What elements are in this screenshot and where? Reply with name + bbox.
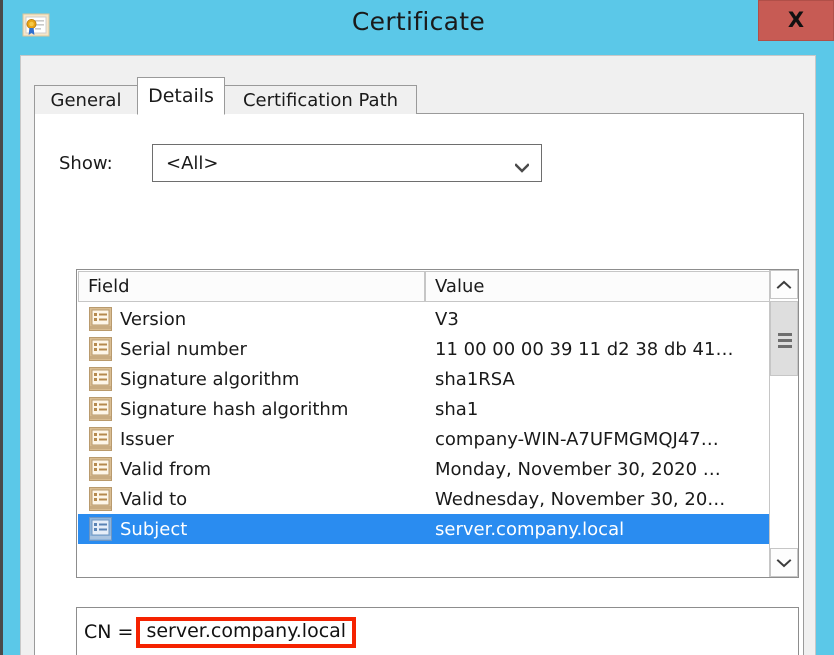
table-row[interactable]: Issuer company-WIN-A7UFMGMQJ47… xyxy=(78,424,769,454)
window-title: Certificate xyxy=(351,7,486,36)
row-field-cell: Signature hash algorithm xyxy=(78,394,425,424)
chevron-down-icon xyxy=(776,558,792,567)
close-icon: X xyxy=(787,8,805,32)
row-value-cell: Monday, November 30, 2020 … xyxy=(435,458,721,480)
screenshot-root: Certificate X General Certification Path… xyxy=(0,0,834,655)
row-field-label: Valid to xyxy=(120,488,188,510)
chevron-down-icon xyxy=(514,158,530,173)
row-field-label: Issuer xyxy=(120,428,174,450)
close-button[interactable]: X xyxy=(758,0,834,41)
tab-general-label: General xyxy=(50,89,122,111)
table-row[interactable]: Signature hash algorithm sha1 xyxy=(78,394,769,424)
chevron-up-icon xyxy=(776,280,792,289)
highlighted-subject-value: server.company.local xyxy=(136,617,357,648)
tab-general[interactable]: General xyxy=(34,85,138,114)
field-detail-textbox[interactable]: CN = server.company.local xyxy=(76,607,799,655)
show-label: Show: xyxy=(59,153,113,174)
field-document-icon xyxy=(89,337,112,361)
detail-line: CN = server.company.local xyxy=(84,617,357,648)
row-field-label: Version xyxy=(120,308,187,330)
row-value-cell: 11 00 00 00 39 11 d2 38 db 41… xyxy=(435,338,734,360)
row-field-label: Signature hash algorithm xyxy=(120,398,349,420)
row-value-cell: server.company.local xyxy=(435,518,625,540)
row-field-cell: Valid to xyxy=(78,484,425,514)
list-rows: Version V3 Serial number 11 00 00 00 39 … xyxy=(78,304,769,577)
row-field-cell: Subject xyxy=(78,514,425,544)
row-field-label: Signature algorithm xyxy=(120,368,300,390)
row-field-label: Serial number xyxy=(120,338,247,360)
show-dropdown[interactable]: <All> xyxy=(152,144,542,182)
field-document-icon xyxy=(89,487,112,511)
show-dropdown-value: <All> xyxy=(166,153,219,174)
scroll-down-button[interactable] xyxy=(770,548,798,577)
list-header: Field Value xyxy=(77,270,798,304)
row-field-label: Subject xyxy=(120,518,188,540)
scrollbar-thumb[interactable] xyxy=(770,301,798,376)
row-field-cell: Serial number xyxy=(78,334,425,364)
row-field-cell: Valid from xyxy=(78,454,425,484)
row-value-cell: V3 xyxy=(435,308,459,330)
field-document-icon xyxy=(89,517,112,541)
field-document-icon xyxy=(89,397,112,421)
field-document-icon xyxy=(89,307,112,331)
dialog-body: General Certification Path Details Show:… xyxy=(20,55,816,655)
row-field-cell: Version xyxy=(78,304,425,334)
row-value-cell: sha1 xyxy=(435,398,479,420)
table-row[interactable]: Serial number 11 00 00 00 39 11 d2 38 db… xyxy=(78,334,769,364)
field-document-icon xyxy=(89,457,112,481)
row-value-cell: sha1RSA xyxy=(435,368,515,390)
tab-certification-path-label: Certification Path xyxy=(242,89,399,111)
certificate-window: Certificate X General Certification Path… xyxy=(0,0,834,655)
title-bar: Certificate X xyxy=(3,0,834,45)
certificate-fields-list[interactable]: Field Value Version V3 Serial number 11 … xyxy=(76,269,799,578)
table-row[interactable]: Valid from Monday, November 30, 2020 … xyxy=(78,454,769,484)
row-field-cell: Issuer xyxy=(78,424,425,454)
field-document-icon xyxy=(89,367,112,391)
tab-details-label: Details xyxy=(148,85,214,107)
column-header-value-label: Value xyxy=(435,276,485,297)
detail-prefix: CN = xyxy=(84,621,134,644)
table-row[interactable]: Subject server.company.local xyxy=(78,514,769,544)
list-scrollbar[interactable] xyxy=(769,270,798,577)
table-row[interactable]: Valid to Wednesday, November 30, 20… xyxy=(78,484,769,514)
window-left-edge xyxy=(0,0,3,655)
field-document-icon xyxy=(89,427,112,451)
row-value-cell: company-WIN-A7UFMGMQJ47… xyxy=(435,428,719,450)
column-header-field-label: Field xyxy=(88,276,130,297)
column-header-value[interactable]: Value xyxy=(425,271,770,302)
row-field-label: Valid from xyxy=(120,458,211,480)
row-value-cell: Wednesday, November 30, 20… xyxy=(435,488,726,510)
row-field-cell: Signature algorithm xyxy=(78,364,425,394)
tabstrip: General Certification Path Details xyxy=(34,77,804,115)
tab-certification-path[interactable]: Certification Path xyxy=(224,85,417,114)
scroll-up-button[interactable] xyxy=(770,270,798,299)
tab-details[interactable]: Details xyxy=(137,77,225,115)
table-row[interactable]: Version V3 xyxy=(78,304,769,334)
column-header-field[interactable]: Field xyxy=(78,271,425,302)
table-row[interactable]: Signature algorithm sha1RSA xyxy=(78,364,769,394)
scrollbar-grip-icon xyxy=(778,333,792,348)
